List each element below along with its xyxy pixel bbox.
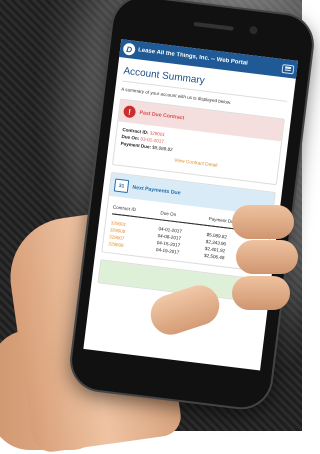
- due-on-label: Due On:: [121, 133, 140, 142]
- payment-due-label: Payment Due:: [120, 140, 152, 150]
- calendar-icon: 31: [113, 178, 130, 194]
- phone-camera: [248, 25, 258, 35]
- menu-line-icon: [284, 69, 291, 72]
- alert-icon: !: [122, 105, 137, 119]
- hand-finger: [232, 276, 290, 310]
- contract-id-value[interactable]: 329001: [149, 130, 165, 137]
- view-contract-detail-link[interactable]: View Contract Detail: [119, 152, 272, 176]
- hand-finger: [236, 240, 298, 274]
- brand-logo-icon[interactable]: D: [122, 42, 136, 56]
- hand-finger: [232, 205, 294, 239]
- phone-speaker: [193, 21, 234, 31]
- past-due-heading: Past Due Contract: [139, 109, 185, 122]
- hamburger-menu-button[interactable]: [281, 63, 295, 74]
- payment-due-value: $5,089.82: [152, 144, 173, 153]
- next-payments-heading: Next Payments Due: [132, 184, 181, 197]
- past-due-card: ! Past Due Contract Contract ID: 329001 …: [111, 98, 285, 186]
